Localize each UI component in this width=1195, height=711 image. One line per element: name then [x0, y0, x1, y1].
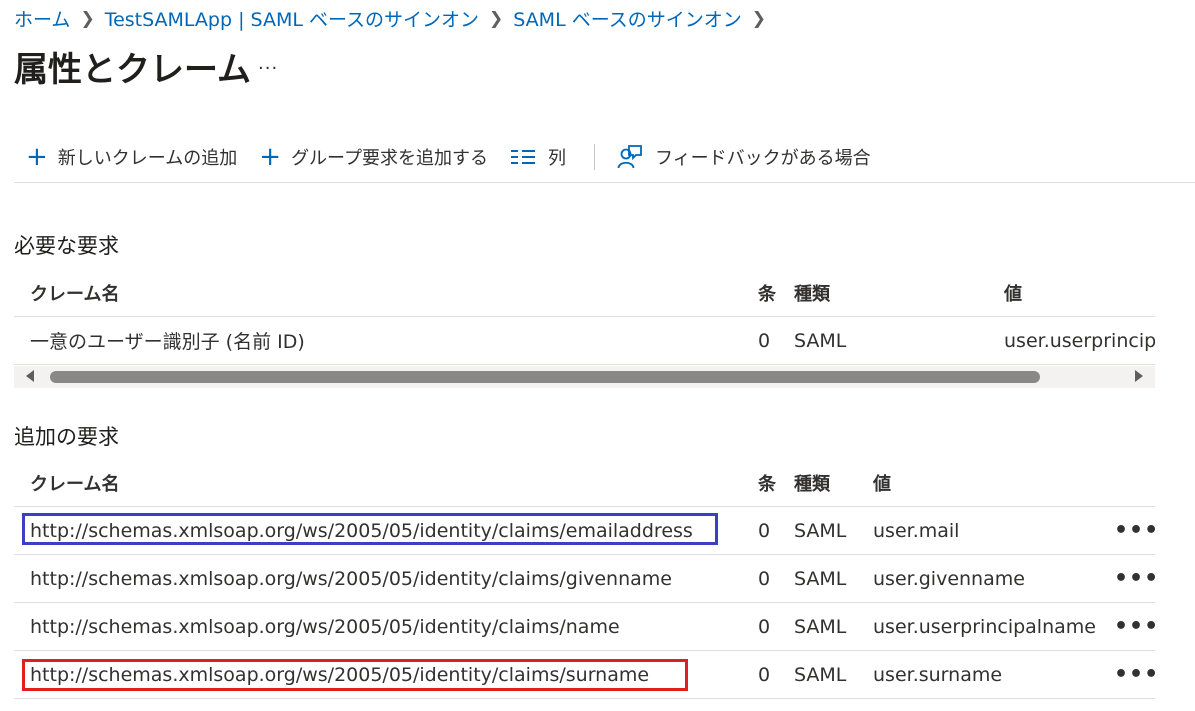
breadcrumb-current-link[interactable]: SAML ベースのサインオン — [513, 5, 741, 32]
list-icon — [510, 150, 535, 164]
claim-value: user.userprincipalname — [873, 615, 1096, 638]
column-header-value[interactable]: 値 — [1004, 270, 1155, 316]
more-ellipsis-icon[interactable]: ••• — [1114, 555, 1159, 602]
claim-value: user.givenname — [873, 567, 1025, 590]
claim-name: 一意のユーザー識別子 (名前 ID) — [30, 331, 305, 353]
breadcrumb-home-link[interactable]: ホーム — [14, 5, 70, 32]
page-title: 属性とクレーム — [14, 50, 251, 90]
grid-header: クレーム名 条 種類 値 — [14, 270, 1155, 316]
column-header-condition[interactable]: 条 — [758, 460, 776, 506]
add-group-claim-button[interactable]: + グループ要求を追加する — [259, 144, 488, 170]
horizontal-scrollbar[interactable] — [14, 366, 1155, 388]
column-header-condition[interactable]: 条 — [758, 270, 776, 316]
claim-type: SAML — [794, 329, 847, 352]
chevron-right-icon: ❯ — [80, 8, 95, 29]
claim-type: SAML — [794, 663, 847, 686]
table-row[interactable]: 一意のユーザー識別子 (名前 ID) 0 SAML user.userprinc… — [14, 316, 1155, 365]
column-header-type[interactable]: 種類 — [794, 460, 830, 506]
breadcrumb: ホーム ❯ TestSAMLApp | SAML ベースのサインオン ❯ SAM… — [14, 5, 776, 32]
scroll-left-icon[interactable] — [26, 370, 34, 382]
command-bar: + 新しいクレームの追加 + グループ要求を追加する 列 フィードバックがある場… — [26, 140, 893, 174]
columns-button[interactable]: 列 — [510, 144, 566, 170]
plus-icon: + — [259, 142, 282, 172]
claim-name[interactable]: http://schemas.xmlsoap.org/ws/2005/05/id… — [30, 651, 649, 698]
toolbar-divider — [593, 144, 595, 170]
claim-value: user.surname — [873, 663, 1003, 686]
required-claims-grid: クレーム名 条 種類 値 一意のユーザー識別子 (名前 ID) 0 SAML u… — [14, 270, 1155, 365]
breadcrumb-app-link[interactable]: TestSAMLApp | SAML ベースのサインオン — [105, 5, 479, 32]
add-claim-button[interactable]: + 新しいクレームの追加 — [26, 144, 237, 170]
claim-value: user.mail — [873, 519, 960, 542]
toolbar-divider-line — [14, 182, 1195, 183]
claim-value: user.userprincipalname — [1004, 329, 1155, 352]
claim-condition: 0 — [758, 329, 771, 352]
required-claims-title: 必要な要求 — [14, 234, 119, 258]
claim-type: SAML — [794, 615, 847, 638]
column-header-type[interactable]: 種類 — [794, 270, 830, 316]
feedback-label: フィードバックがある場合 — [654, 148, 871, 169]
chevron-right-icon: ❯ — [751, 8, 766, 29]
feedback-button[interactable]: フィードバックがある場合 — [617, 144, 871, 170]
claim-condition: 0 — [758, 567, 771, 590]
table-row[interactable]: http://schemas.xmlsoap.org/ws/2005/05/id… — [14, 554, 1158, 602]
table-row[interactable]: http://schemas.xmlsoap.org/ws/2005/05/id… — [14, 650, 1158, 699]
claim-type: SAML — [794, 519, 847, 542]
column-header-value[interactable]: 値 — [873, 460, 891, 506]
scroll-right-icon[interactable] — [1135, 370, 1143, 382]
claim-name[interactable]: http://schemas.xmlsoap.org/ws/2005/05/id… — [30, 507, 693, 554]
chevron-right-icon: ❯ — [489, 8, 504, 29]
scrollbar-thumb[interactable] — [50, 371, 1040, 383]
claim-name[interactable]: http://schemas.xmlsoap.org/ws/2005/05/id… — [30, 555, 672, 602]
more-ellipsis-icon[interactable]: ••• — [1114, 651, 1159, 698]
add-claim-label: 新しいクレームの追加 — [57, 148, 238, 169]
add-group-claim-label: グループ要求を追加する — [291, 148, 488, 169]
feedback-person-icon — [617, 145, 642, 169]
table-row[interactable]: http://schemas.xmlsoap.org/ws/2005/05/id… — [14, 506, 1158, 554]
plus-icon: + — [26, 142, 48, 172]
grid-header: クレーム名 条 種類 値 — [14, 460, 1155, 506]
claim-name[interactable]: http://schemas.xmlsoap.org/ws/2005/05/id… — [30, 603, 620, 650]
claim-condition: 0 — [758, 663, 771, 686]
claim-condition: 0 — [758, 519, 771, 542]
more-ellipsis-icon[interactable]: ••• — [1114, 603, 1159, 650]
page-more-button[interactable]: ... — [258, 53, 278, 74]
additional-claims-grid: クレーム名 条 種類 値 http://schemas.xmlsoap.org/… — [14, 460, 1158, 699]
columns-label: 列 — [547, 148, 566, 169]
table-row[interactable]: http://schemas.xmlsoap.org/ws/2005/05/id… — [14, 602, 1158, 650]
more-ellipsis-icon[interactable]: ••• — [1114, 507, 1159, 554]
additional-claims-title: 追加の要求 — [14, 425, 119, 449]
claim-condition: 0 — [758, 615, 771, 638]
column-header-name[interactable]: クレーム名 — [30, 270, 119, 316]
column-header-name[interactable]: クレーム名 — [30, 460, 119, 506]
claim-type: SAML — [794, 567, 847, 590]
